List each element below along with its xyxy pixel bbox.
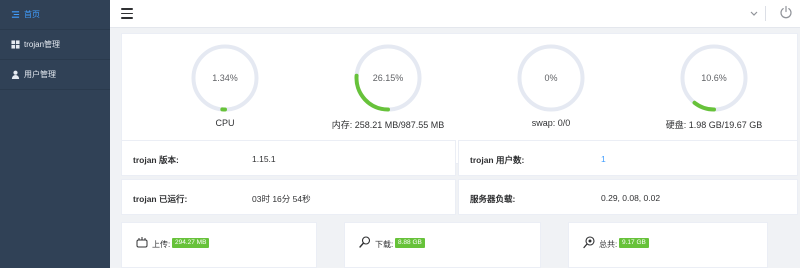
gauge-value: 0%: [544, 73, 558, 83]
sidebar-item-trojan[interactable]: trojan管理: [0, 30, 110, 60]
gauge-value: 1.34%: [212, 73, 238, 83]
top-header: [110, 0, 800, 28]
download-card: 下载: 8.88 GB: [344, 222, 541, 268]
trojan-users-card: trojan 用户数: 1: [458, 140, 798, 176]
hamburger-icon[interactable]: [121, 8, 133, 20]
server-load-card: 服务器负载: 0.29, 0.08, 0.02: [458, 179, 798, 215]
trojan-uptime-card: trojan 已运行: 03时 16分 54秒: [121, 179, 456, 215]
load-label: 服务器负载:: [470, 194, 516, 204]
gauge-label: swap: 0/0: [531, 118, 571, 128]
gauge-label: 硬盘: 1.98 GB/19.67 GB: [665, 120, 763, 130]
uptime-label: trojan 已运行:: [133, 194, 188, 204]
total-label: 总共:: [599, 240, 618, 249]
main-content: 1.34% CPU 26.15% 内存: 258.21 MB/987.55 MB…: [110, 28, 800, 268]
gauge-label: CPU: [215, 118, 235, 128]
sidebar-item-label: 用户管理: [24, 70, 56, 79]
version-value: 1.15.1: [252, 154, 276, 164]
trojan-version-card: trojan 版本: 1.15.1: [121, 140, 456, 176]
power-icon[interactable]: [779, 5, 793, 19]
total-icon: [582, 235, 596, 249]
grid-icon: [10, 40, 20, 50]
gauge-value: 10.6%: [701, 73, 727, 83]
version-label: trojan 版本:: [133, 155, 179, 165]
upload-card: 上传: 294.27 MB: [121, 222, 317, 268]
users-label: trojan 用户数:: [470, 155, 525, 165]
sidebar-item-label: trojan管理: [24, 40, 61, 49]
sidebar-item-users[interactable]: 用户管理: [0, 60, 110, 90]
uptime-value: 03时 16分 54秒: [252, 194, 311, 204]
upload-value-tag: 294.27 MB: [172, 238, 210, 248]
sidebar-item-home[interactable]: 首页: [0, 0, 110, 30]
chevron-down-icon[interactable]: [748, 6, 760, 20]
users-count-link[interactable]: 1: [601, 154, 606, 164]
download-icon: [358, 235, 372, 249]
home-icon: [10, 10, 20, 20]
header-divider: [765, 6, 766, 21]
gauge-value: 26.15%: [372, 73, 404, 83]
upload-icon: [135, 235, 149, 249]
total-value-tag: 9.17 GB: [619, 238, 649, 248]
sidebar: 首页 trojan管理 用户管理: [0, 0, 110, 268]
sidebar-item-label: 首页: [24, 10, 40, 19]
upload-label: 上传:: [152, 240, 171, 249]
download-value-tag: 8.88 GB: [395, 238, 425, 248]
gauge-label: 内存: 258.21 MB/987.55 MB: [331, 120, 445, 130]
download-label: 下载:: [375, 240, 394, 249]
load-value: 0.29, 0.08, 0.02: [601, 193, 661, 203]
user-icon: [10, 70, 20, 80]
total-card: 总共: 9.17 GB: [568, 222, 768, 268]
